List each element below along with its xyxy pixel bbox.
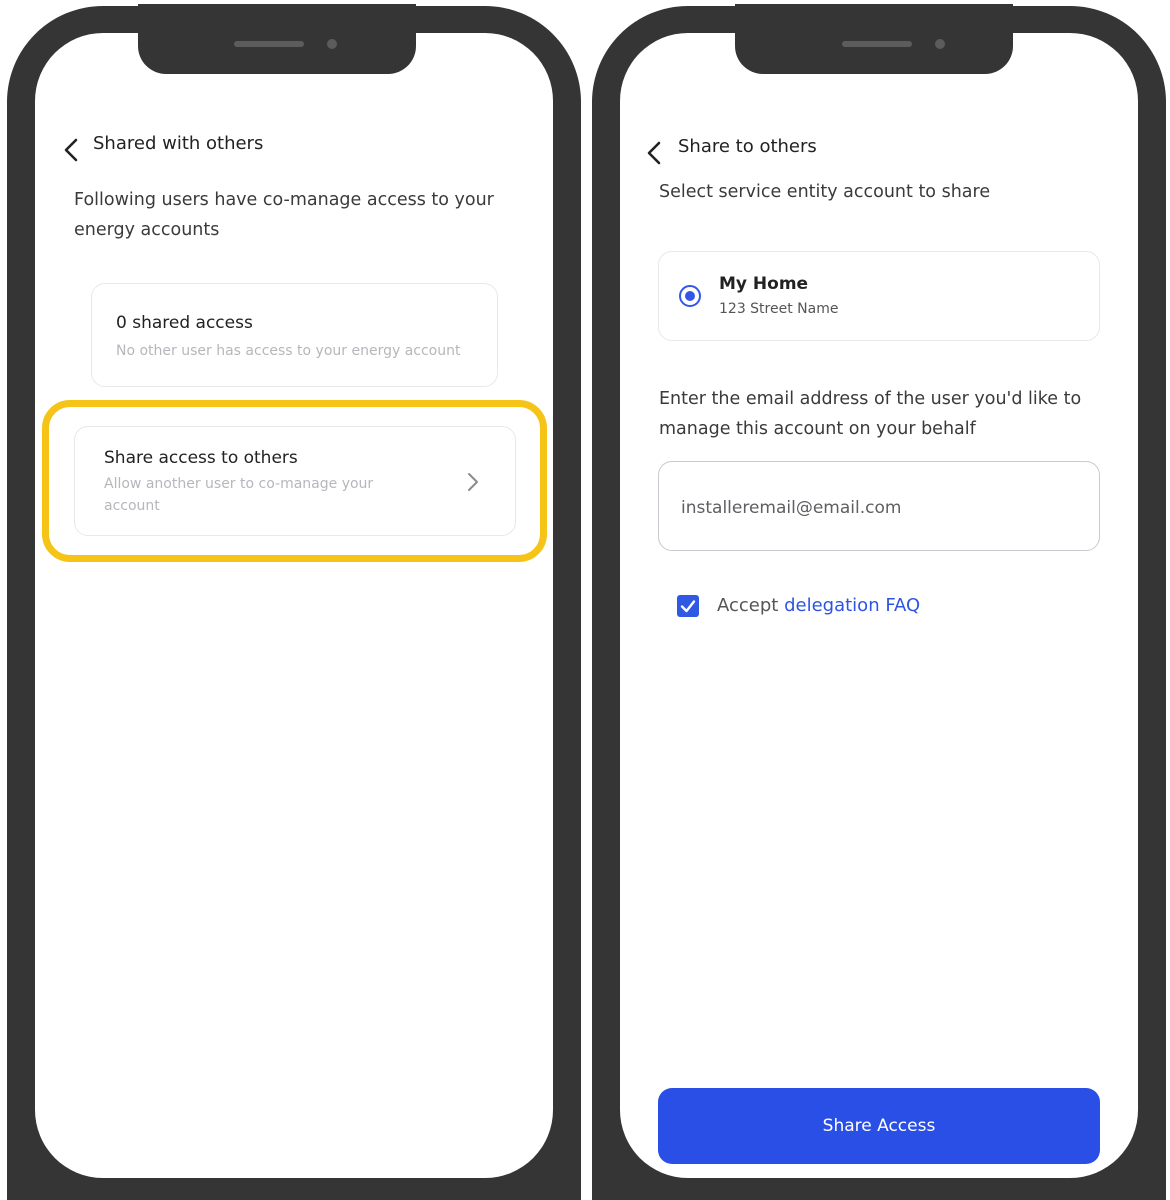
chevron-left-icon[interactable]	[61, 137, 83, 163]
notch	[138, 4, 416, 74]
screen-share-to-others: Share to others Select service entity ac…	[620, 33, 1138, 1178]
shared-access-card: 0 shared access No other user has access…	[91, 283, 498, 387]
page-title: Shared with others	[93, 133, 264, 154]
camera	[935, 39, 945, 49]
page-title: Share to others	[678, 136, 817, 157]
camera	[327, 39, 337, 49]
radio-selected[interactable]	[679, 285, 701, 307]
share-access-subtitle: Allow another user to co-manage your acc…	[104, 476, 374, 514]
phone-frame-right: Share to others Select service entity ac…	[592, 4, 1166, 1200]
account-option-my-home[interactable]: My Home 123 Street Name	[658, 251, 1100, 341]
email-input[interactable]: installeremail@email.com	[658, 461, 1100, 551]
shared-access-subtitle: No other user has access to your energy …	[116, 343, 461, 359]
share-access-title: Share access to others	[104, 448, 298, 468]
shared-access-count: 0 shared access	[116, 313, 253, 333]
checkmark-icon	[680, 600, 696, 613]
account-name: My Home	[719, 274, 809, 294]
chevron-right-icon	[468, 473, 478, 491]
accept-prefix: Accept	[717, 595, 779, 616]
accept-label: Accept delegation FAQ	[717, 595, 920, 616]
share-access-button[interactable]: Share Access	[658, 1088, 1100, 1164]
email-input-value: installeremail@email.com	[681, 498, 902, 518]
speaker	[842, 41, 912, 47]
account-address: 123 Street Name	[719, 301, 839, 317]
email-prompt: Enter the email address of the user you'…	[659, 389, 1082, 439]
share-access-row[interactable]: Share access to others Allow another use…	[74, 426, 516, 536]
phone-frame-left: Shared with others Following users have …	[7, 4, 581, 1200]
notch	[735, 4, 1013, 74]
speaker	[234, 41, 304, 47]
screen-shared-with-others: Shared with others Following users have …	[35, 33, 553, 1178]
chevron-left-icon[interactable]	[644, 140, 666, 166]
select-prompt: Select service entity account to share	[659, 182, 991, 202]
intro-text: Following users have co-manage access to…	[74, 190, 494, 240]
delegation-faq-link[interactable]: delegation FAQ	[784, 595, 920, 616]
accept-checkbox[interactable]	[677, 595, 699, 617]
